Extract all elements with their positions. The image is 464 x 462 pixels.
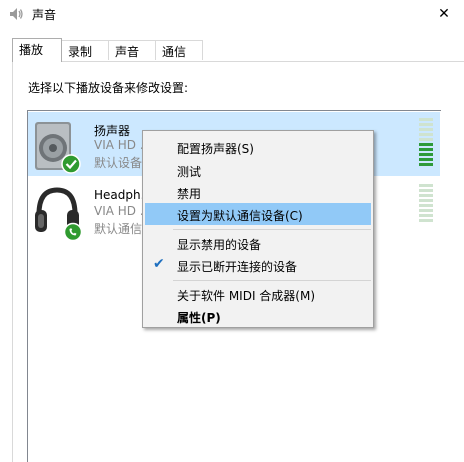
instruction-text: 选择以下播放设备来修改设置: [28, 81, 189, 95]
menu-item-label: 关于软件 MIDI 合成器(M) [177, 289, 316, 303]
tab-label: 声音 [115, 45, 140, 59]
tab-playback[interactable]: 播放 [12, 38, 62, 62]
menu-item-label: 测试 [177, 165, 202, 179]
tab-communications[interactable]: 通信 [155, 40, 203, 60]
tab-label: 通信 [162, 45, 187, 59]
checkmark-icon: ✔ [153, 256, 165, 272]
menu-item-test[interactable]: 测试 [145, 159, 371, 181]
menu-item-label: 禁用 [177, 187, 202, 201]
close-button[interactable]: ✕ [424, 0, 464, 28]
tab-label: 播放 [19, 43, 44, 57]
volume-meter [419, 118, 435, 170]
window-title: 声音 [32, 8, 57, 22]
context-menu: 配置扬声器(S) 测试 禁用 设置为默认通信设备(C) 显示禁用的设备 ✔ 显示… [142, 130, 374, 328]
menu-item-label: 配置扬声器(S) [177, 142, 254, 156]
menu-item-configure-speakers[interactable]: 配置扬声器(S) [145, 136, 371, 158]
device-name: 扬声器 [94, 124, 131, 138]
volume-meter [419, 184, 435, 236]
tab-label: 录制 [68, 45, 93, 59]
device-status: 默认设备 [94, 156, 143, 170]
menu-item-set-default-communication[interactable]: 设置为默认通信设备(C) [145, 203, 371, 225]
headphones-device-icon [31, 184, 83, 242]
menu-item-disable[interactable]: 禁用 [145, 181, 371, 203]
close-icon: ✕ [438, 6, 450, 22]
menu-item-label: 显示禁用的设备 [177, 238, 262, 252]
tab-sounds[interactable]: 声音 [108, 40, 156, 60]
menu-item-label: 设置为默认通信设备(C) [177, 209, 303, 223]
menu-item-about-midi[interactable]: 关于软件 MIDI 合成器(M) [145, 283, 371, 305]
menu-separator [173, 229, 371, 230]
speaker-icon [8, 6, 24, 22]
tab-recording[interactable]: 录制 [61, 40, 109, 60]
menu-item-label: 显示已断开连接的设备 [177, 260, 298, 274]
menu-item-properties[interactable]: 属性(P) [145, 305, 371, 327]
menu-separator [173, 280, 371, 281]
speaker-device-icon [31, 118, 83, 176]
menu-item-label: 属性(P) [177, 311, 221, 325]
menu-item-show-disabled[interactable]: 显示禁用的设备 [145, 232, 371, 254]
title-bar: 声音 ✕ [0, 0, 464, 28]
menu-item-show-disconnected[interactable]: ✔ 显示已断开连接的设备 [145, 254, 371, 276]
